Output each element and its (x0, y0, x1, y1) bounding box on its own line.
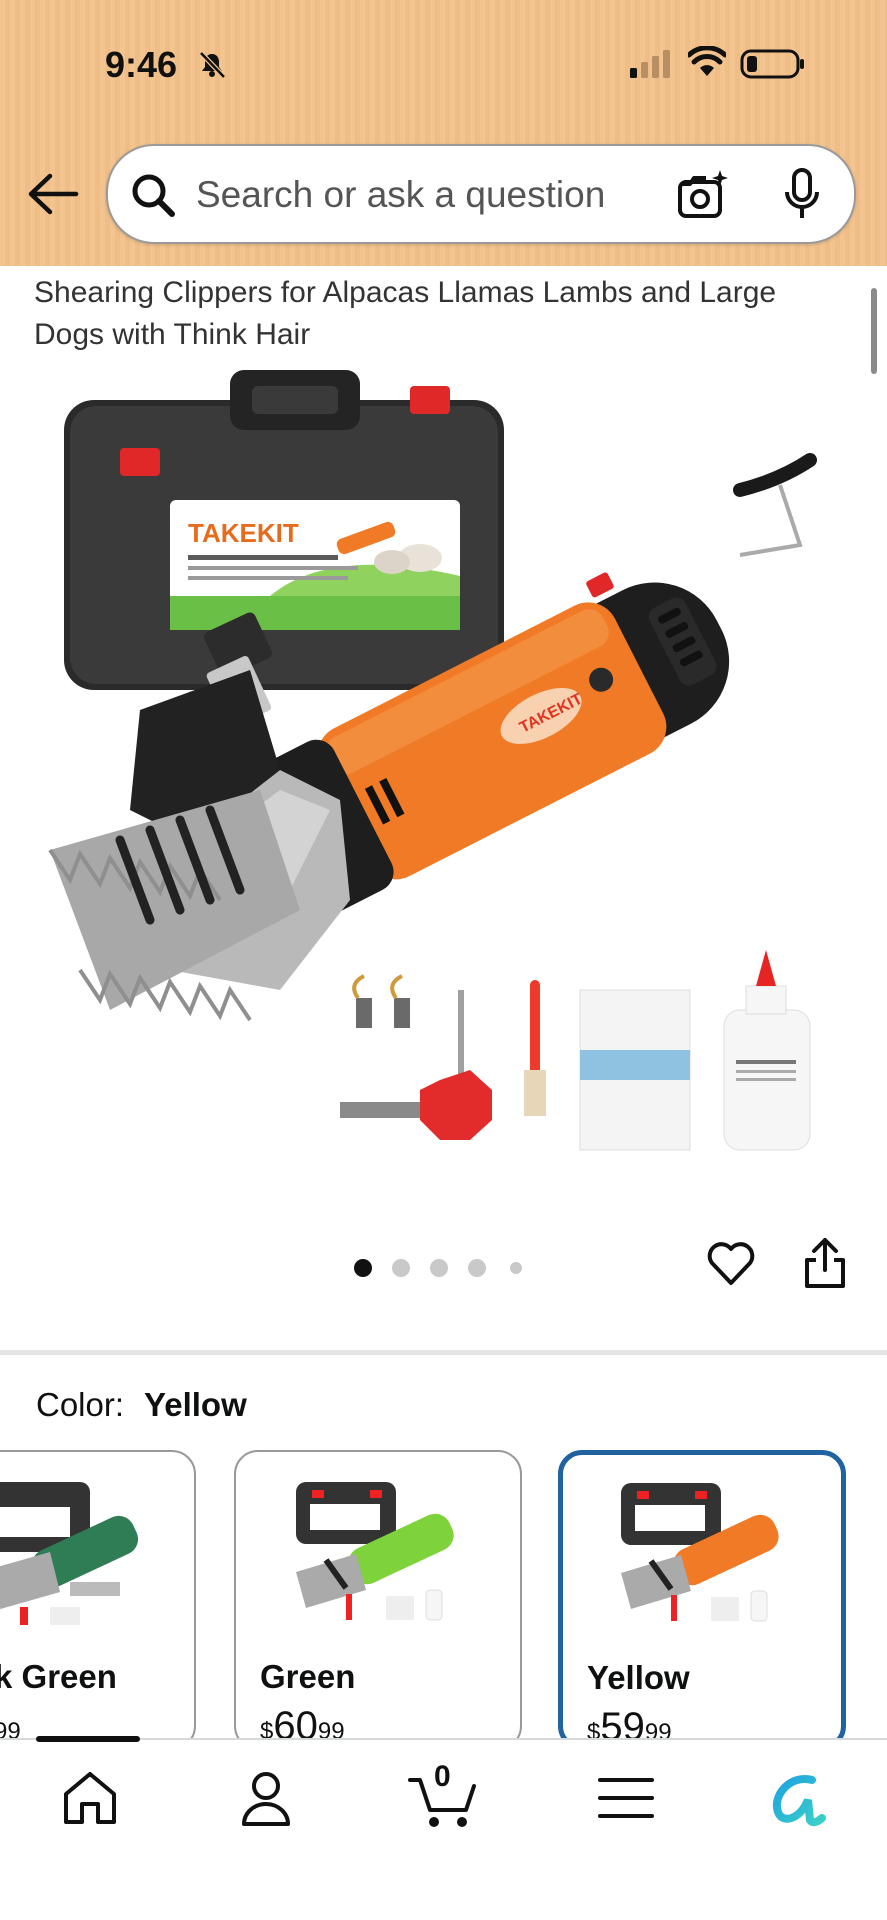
product-image[interactable]: TAKEKIT TAKEKIT (40, 370, 850, 1170)
share-icon[interactable] (802, 1236, 848, 1290)
bottom-nav: 0 (0, 1736, 887, 1920)
swatch-name: Green (260, 1658, 356, 1695)
swatch-name: k Green (0, 1658, 117, 1695)
cart-count: 0 (434, 1760, 451, 1793)
selected-color: Yellow (144, 1386, 247, 1423)
swatch-thumbnail (621, 1483, 779, 1622)
account-icon[interactable] (234, 1766, 298, 1830)
pager-dot[interactable] (354, 1259, 372, 1277)
wifi-icon (688, 46, 726, 76)
status-bar: 9:46 (0, 0, 887, 130)
color-option-green[interactable]: Green $6099 (234, 1450, 522, 1750)
cart-button[interactable]: 0 (408, 1760, 482, 1830)
color-label-row: Color: Yellow (36, 1386, 247, 1424)
rufus-icon[interactable] (766, 1766, 830, 1830)
accessories (340, 950, 811, 1151)
pager-dot[interactable] (392, 1259, 410, 1277)
case-brand-text: TAKEKIT (188, 518, 299, 548)
pager-dot[interactable] (430, 1259, 448, 1277)
nav-active-indicator (36, 1736, 140, 1742)
battery-icon (740, 49, 804, 79)
home-icon[interactable] (58, 1766, 122, 1830)
swatch-name: Yellow (587, 1659, 690, 1696)
silent-bell-icon (199, 51, 226, 79)
menu-icon[interactable] (594, 1766, 658, 1830)
color-label: Color: (36, 1386, 125, 1423)
color-option-yellow[interactable]: Yellow $5999 (558, 1450, 846, 1750)
scrollbar[interactable] (871, 288, 877, 374)
camera-search-icon[interactable] (676, 168, 728, 220)
search-bar[interactable]: Search or ask a question (106, 144, 856, 244)
carousel-pager[interactable] (354, 1256, 534, 1278)
color-option-dark-green[interactable]: k Green 99 (0, 1450, 196, 1750)
search-input[interactable]: Search or ask a question (196, 174, 605, 216)
status-time: 9:46 (105, 44, 178, 85)
search-icon (132, 174, 175, 217)
screen: 9:46 Search or ask a question Shearing C… (0, 0, 887, 1920)
pager-dot[interactable] (468, 1259, 486, 1277)
pager-dot[interactable] (510, 1262, 522, 1274)
back-arrow-icon[interactable] (26, 172, 80, 216)
swatch-thumbnail (296, 1482, 454, 1621)
product-title[interactable]: Shearing Clippers for Alpacas Llamas Lam… (34, 272, 834, 356)
carrying-case: TAKEKIT (64, 370, 504, 690)
header: 9:46 Search or ask a question (0, 0, 887, 266)
section-divider (0, 1350, 887, 1355)
heart-icon[interactable] (706, 1238, 756, 1288)
swatch-thumbnail (0, 1482, 139, 1625)
microphone-icon[interactable] (784, 166, 820, 222)
cellular-signal-icon (630, 50, 670, 78)
